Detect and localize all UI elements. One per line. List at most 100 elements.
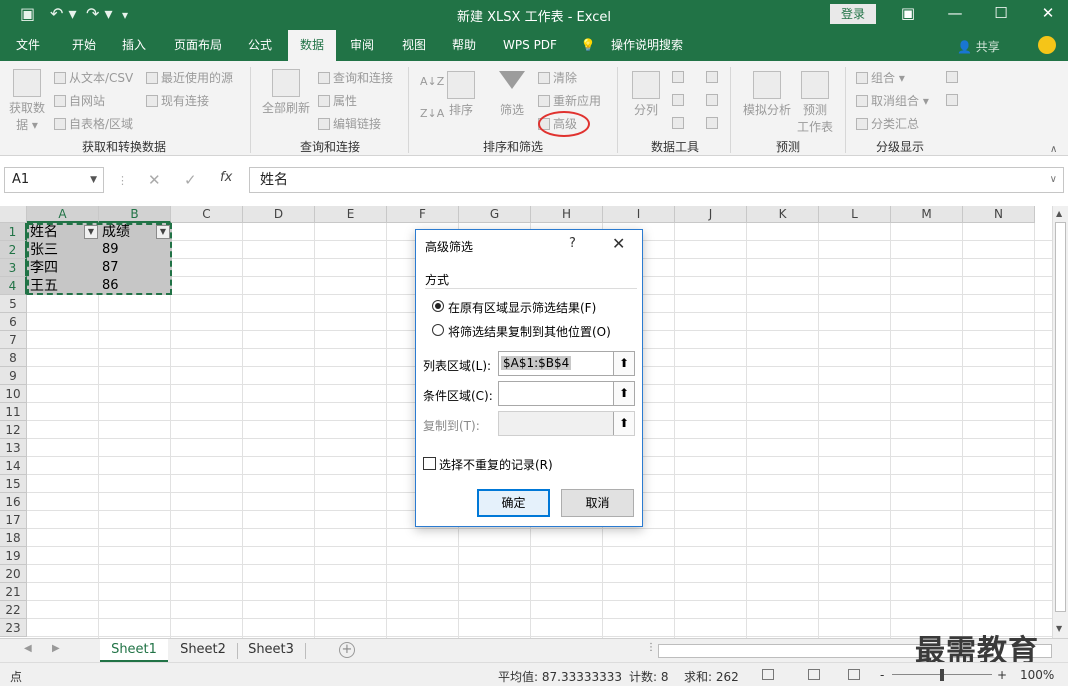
range-picker-icon[interactable]: ⬆ bbox=[613, 382, 634, 405]
tab-page-layout[interactable]: 页面布局 bbox=[166, 30, 230, 61]
zoom-in-button[interactable]: + bbox=[997, 668, 1007, 682]
formula-input[interactable]: 姓名 ∨ bbox=[249, 167, 1064, 193]
tab-wps-pdf[interactable]: WPS PDF bbox=[496, 30, 564, 61]
sort-ascending-icon[interactable]: A↓Z bbox=[420, 75, 444, 88]
filter-in-place-radio[interactable] bbox=[432, 300, 444, 312]
sheet-tab-3[interactable]: Sheet3 bbox=[238, 639, 304, 662]
name-box-dropdown-icon[interactable]: ▼ bbox=[90, 168, 97, 192]
select-all-corner[interactable] bbox=[0, 206, 27, 223]
manage-data-model-icon[interactable] bbox=[706, 117, 718, 129]
column-header[interactable]: A bbox=[27, 206, 99, 223]
reapply-button[interactable]: 重新应用 bbox=[538, 92, 601, 109]
tell-me-search[interactable]: 操作说明搜索 bbox=[604, 30, 690, 61]
row-header[interactable]: 9 bbox=[0, 367, 27, 385]
tab-split-icon[interactable]: ⋮ bbox=[646, 642, 656, 653]
copy-to-location-label[interactable]: 将筛选结果复制到其他位置(O) bbox=[448, 323, 611, 340]
row-header[interactable]: 1 bbox=[0, 223, 27, 241]
flash-fill-icon[interactable] bbox=[672, 71, 684, 83]
column-header[interactable]: B bbox=[99, 206, 171, 223]
tab-formulas[interactable]: 公式 bbox=[238, 30, 282, 61]
name-box[interactable]: A1 ▼ bbox=[4, 167, 104, 193]
zoom-out-button[interactable]: - bbox=[880, 668, 884, 682]
row-header[interactable]: 18 bbox=[0, 529, 27, 547]
tab-insert[interactable]: 插入 bbox=[112, 30, 156, 61]
zoom-level[interactable]: 100% bbox=[1020, 668, 1054, 682]
from-web-button[interactable]: 自网站 bbox=[54, 92, 105, 109]
text-to-columns-button[interactable]: 分列 bbox=[628, 71, 664, 118]
sort-button[interactable]: 排序 bbox=[444, 71, 478, 118]
row-header[interactable]: 21 bbox=[0, 583, 27, 601]
scroll-up-icon[interactable]: ▲ bbox=[1056, 209, 1062, 218]
column-header[interactable]: D bbox=[243, 206, 315, 223]
row-header[interactable]: 23 bbox=[0, 619, 27, 637]
row-header[interactable]: 15 bbox=[0, 475, 27, 493]
tab-data[interactable]: 数据 bbox=[288, 30, 336, 61]
dialog-close-icon[interactable]: ✕ bbox=[612, 234, 625, 253]
column-header[interactable]: J bbox=[675, 206, 747, 223]
consolidate-icon[interactable] bbox=[706, 71, 718, 83]
page-break-view-icon[interactable] bbox=[848, 669, 860, 680]
zoom-slider-thumb[interactable] bbox=[940, 669, 944, 681]
tab-view[interactable]: 视图 bbox=[392, 30, 436, 61]
confirm-entry-icon[interactable]: ✓ bbox=[184, 171, 197, 189]
feedback-smiley-icon[interactable] bbox=[1038, 36, 1056, 54]
page-layout-view-icon[interactable] bbox=[808, 669, 820, 680]
tab-review[interactable]: 审阅 bbox=[340, 30, 384, 61]
status-sum[interactable]: 求和: 262 bbox=[684, 668, 739, 685]
share-button[interactable]: 👤 共享 bbox=[957, 38, 1000, 55]
help-icon[interactable]: ? bbox=[569, 236, 576, 251]
insert-function-icon[interactable]: fx bbox=[220, 170, 232, 185]
row-header[interactable]: 11 bbox=[0, 403, 27, 421]
subtotal-button[interactable]: 分类汇总 bbox=[856, 115, 919, 132]
row-header[interactable]: 14 bbox=[0, 457, 27, 475]
sheet-tab-2[interactable]: Sheet2 bbox=[170, 639, 236, 662]
sheet-tab-1[interactable]: Sheet1 bbox=[100, 639, 168, 662]
column-header[interactable]: C bbox=[171, 206, 243, 223]
unique-records-checkbox[interactable] bbox=[423, 457, 436, 470]
row-header[interactable]: 6 bbox=[0, 313, 27, 331]
ungroup-button[interactable]: 取消组合 ▾ bbox=[856, 92, 929, 109]
collapse-ribbon-icon[interactable]: ∧ bbox=[1050, 144, 1057, 155]
row-header[interactable]: 2 bbox=[0, 241, 27, 259]
column-header[interactable]: E bbox=[315, 206, 387, 223]
clear-filter-button[interactable]: 清除 bbox=[538, 69, 577, 86]
scroll-down-icon[interactable]: ▼ bbox=[1056, 624, 1062, 633]
expand-formula-bar-icon[interactable]: ∨ bbox=[1050, 168, 1057, 192]
column-header[interactable]: I bbox=[603, 206, 675, 223]
column-header[interactable]: K bbox=[747, 206, 819, 223]
refresh-all-button[interactable]: 全部刷新 bbox=[258, 69, 314, 116]
minimize-icon[interactable]: — bbox=[945, 4, 965, 22]
recent-sources-button[interactable]: 最近使用的源 bbox=[146, 69, 233, 86]
row-header[interactable]: 22 bbox=[0, 601, 27, 619]
edit-links-button[interactable]: 编辑链接 bbox=[318, 115, 381, 132]
column-header[interactable]: F bbox=[387, 206, 459, 223]
relationships-icon[interactable] bbox=[706, 94, 718, 106]
status-count[interactable]: 计数: 8 bbox=[629, 668, 669, 685]
filter-in-place-label[interactable]: 在原有区域显示筛选结果(F) bbox=[448, 299, 596, 316]
row-header[interactable]: 4 bbox=[0, 277, 27, 295]
from-table-button[interactable]: 自表格/区域 bbox=[54, 115, 133, 132]
column-header[interactable]: N bbox=[963, 206, 1035, 223]
maximize-icon[interactable]: ☐ bbox=[991, 4, 1011, 22]
queries-connections-button[interactable]: 查询和连接 bbox=[318, 69, 393, 86]
range-picker-icon[interactable]: ⬆ bbox=[613, 412, 634, 435]
cancel-entry-icon[interactable]: ✕ bbox=[148, 171, 161, 189]
prev-sheet-icon[interactable]: ◀ bbox=[24, 643, 32, 654]
row-header[interactable]: 12 bbox=[0, 421, 27, 439]
list-range-input[interactable]: $A$1:$B$4 ⬆ bbox=[498, 351, 635, 376]
criteria-range-input[interactable]: ⬆ bbox=[498, 381, 635, 406]
hide-detail-icon[interactable] bbox=[946, 94, 958, 106]
column-header[interactable]: H bbox=[531, 206, 603, 223]
group-button[interactable]: 组合 ▾ bbox=[856, 69, 905, 86]
row-header[interactable]: 8 bbox=[0, 349, 27, 367]
scroll-thumb[interactable] bbox=[1055, 222, 1066, 612]
vertical-scrollbar[interactable]: ▲ ▼ bbox=[1052, 206, 1068, 638]
row-header[interactable]: 16 bbox=[0, 493, 27, 511]
row-header[interactable]: 3 bbox=[0, 259, 27, 277]
copy-to-location-radio[interactable] bbox=[432, 324, 444, 336]
existing-connections-button[interactable]: 现有连接 bbox=[146, 92, 209, 109]
normal-view-icon[interactable] bbox=[762, 669, 774, 680]
data-validation-icon[interactable] bbox=[672, 117, 684, 129]
what-if-analysis-button[interactable]: 模拟分析 bbox=[740, 71, 794, 118]
add-sheet-button[interactable]: + bbox=[339, 642, 355, 658]
